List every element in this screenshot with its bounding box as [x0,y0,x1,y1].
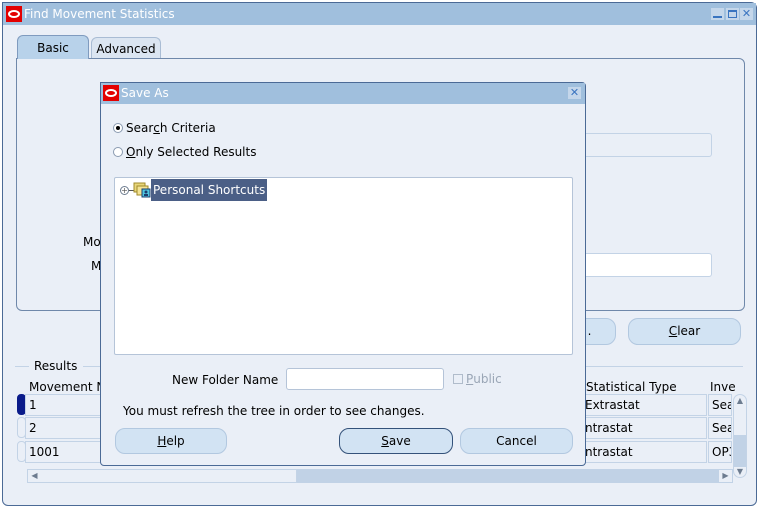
public-checkbox[interactable]: Public [453,372,502,386]
radio-label-part: h Criteria [159,121,216,135]
radio-mnemonic: O [126,145,136,159]
dialog-title: Save As [121,86,169,100]
scroll-down-arrow-icon[interactable]: ▼ [734,467,746,476]
scroll-up-arrow-icon[interactable]: ▲ [734,396,746,405]
results-legend: Results [31,359,81,373]
save-as-dialog: Save As ✕ Sear c h Criteria Only Selected … [100,82,586,466]
clear-label-rest: lear [677,324,701,338]
clear-button[interactable]: Clear [628,318,741,345]
col-header-inventory: Inve [710,380,736,394]
help-mnemonic: H [157,434,167,448]
help-button[interactable]: Help [115,428,227,454]
cell-statistical-type[interactable]: Extrastat [581,394,707,416]
new-folder-name-label: New Folder Name [172,373,279,387]
cell-inventory[interactable]: Sea [708,417,732,439]
field-label-movement: Mo [83,235,101,249]
scroll-left-arrow-icon[interactable]: ◀ [28,470,41,482]
save-mnemonic: S [381,434,389,448]
oracle-logo-icon [103,85,119,101]
tab-basic[interactable]: Basic [17,35,89,59]
dialog-close-button[interactable]: ✕ [568,87,581,99]
radio-label-part: Sear [126,121,154,135]
find-button-tail: . [587,324,592,338]
cancel-button[interactable]: Cancel [460,428,573,454]
radio-mnemonic: c [153,121,160,135]
oracle-logo-icon [6,6,22,22]
save-button[interactable]: Save [339,428,453,454]
radio-selected-icon[interactable] [113,123,123,133]
new-folder-name-input[interactable] [286,368,444,390]
public-label-rest: ublic [473,372,502,386]
radio-only-selected-results[interactable]: Only Selected Results [113,145,256,159]
col-header-statistical-type: Statistical Type [586,380,677,394]
refresh-note: You must refresh the tree in order to se… [123,404,425,418]
maximize-button[interactable] [726,8,739,20]
cell-inventory[interactable]: OP3 [708,441,732,463]
radio-search-criteria[interactable]: Sear c h Criteria [113,121,216,135]
vertical-scroll-thumb[interactable] [734,435,746,467]
results-divider-left [15,366,29,367]
checkbox-icon[interactable] [453,374,463,384]
tree-node-personal-shortcuts[interactable]: Personal Shortcuts [151,179,268,201]
personal-folder-icon [133,182,151,198]
horizontal-scrollbar[interactable]: ◀ ▶ [27,469,733,483]
folder-tree[interactable]: + Personal Shortcuts [114,177,573,355]
vertical-scrollbar[interactable]: ▲ ▼ [733,394,747,478]
close-button[interactable]: ✕ [740,8,753,20]
col-header-movement: Movement N [29,380,106,394]
scroll-right-arrow-icon[interactable]: ▶ [719,470,732,482]
save-label-rest: ave [388,434,411,448]
horizontal-scroll-track[interactable] [27,469,297,483]
cell-inventory[interactable]: Sea [708,394,732,416]
expand-plus-icon[interactable]: + [120,186,129,195]
main-titlebar[interactable]: Find Movement Statistics ✕ [3,3,756,25]
help-label-rest: elp [166,434,185,448]
clear-mnemonic: C [668,324,678,338]
dialog-titlebar[interactable]: Save As ✕ [101,83,585,104]
readonly-field [577,133,712,157]
public-mnemonic: P [466,372,474,386]
tab-advanced[interactable]: Advanced [91,37,161,59]
minimize-button[interactable] [711,8,724,20]
cell-statistical-type[interactable]: ntrastat [581,417,707,439]
window-title: Find Movement Statistics [24,7,175,21]
radio-unselected-icon[interactable] [113,147,123,157]
search-field[interactable] [577,253,712,277]
cell-statistical-type[interactable]: ntrastat [581,441,707,463]
radio-label-part: nly Selected Results [135,145,257,159]
